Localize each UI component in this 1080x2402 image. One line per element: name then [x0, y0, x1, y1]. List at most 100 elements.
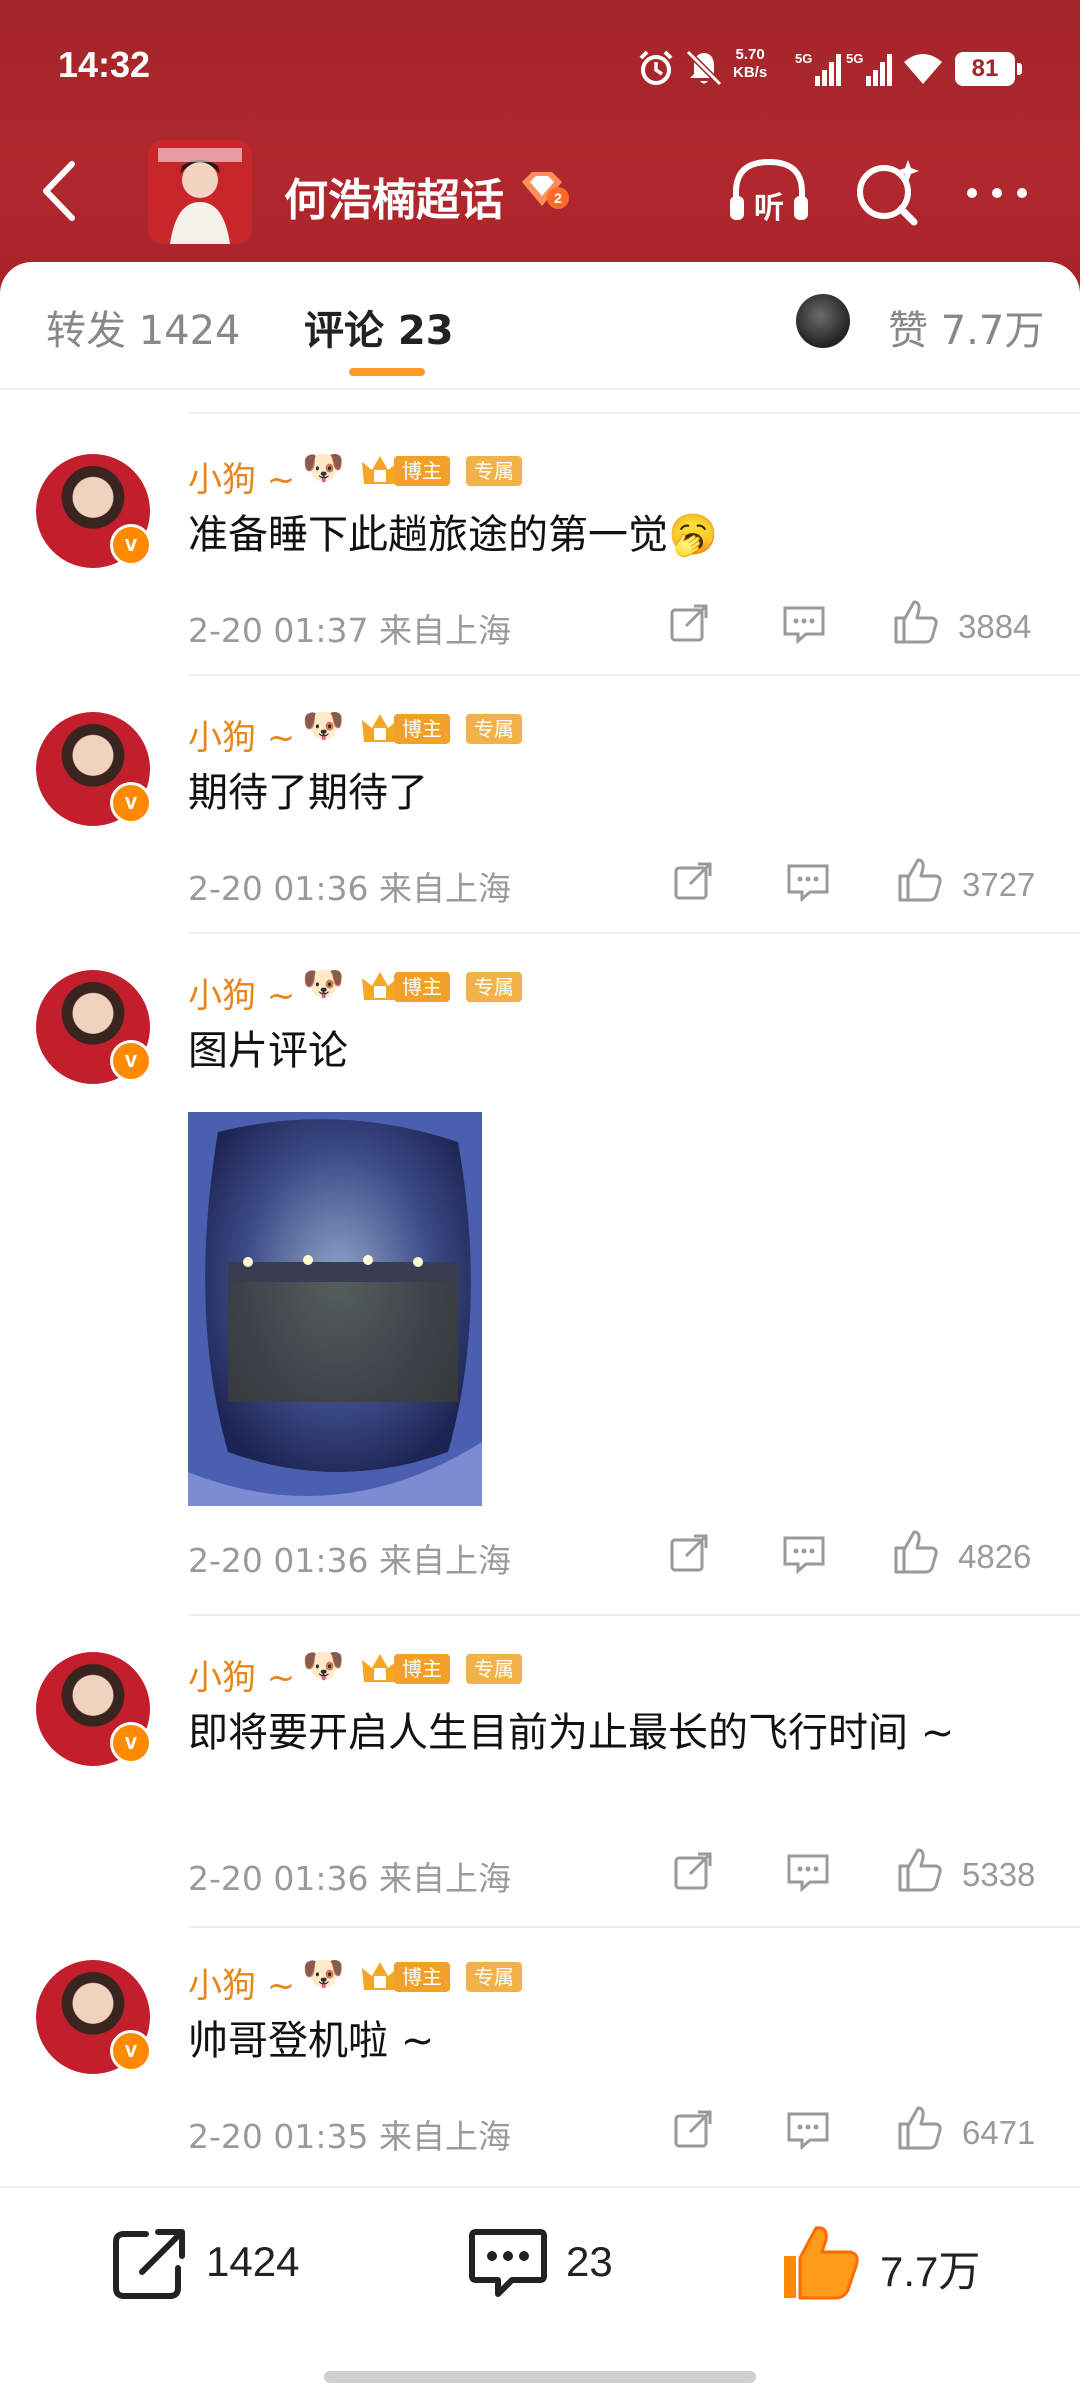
thumbs-up-icon — [898, 2106, 942, 2150]
comment-location: 来自上海 — [379, 1541, 511, 1580]
share-button[interactable] — [672, 860, 714, 906]
comment-icon — [787, 1854, 829, 1893]
reply-button[interactable] — [782, 604, 826, 648]
share-button[interactable] — [672, 1850, 714, 1896]
signal-5g-icon: 5G — [846, 50, 892, 92]
comment-location: 来自上海 — [379, 2117, 511, 2156]
thumbs-up-icon — [898, 858, 942, 902]
comment-time: 2-20 01:37 — [188, 611, 369, 650]
avatar[interactable]: v — [36, 1960, 152, 2074]
like-button[interactable] — [892, 1528, 940, 1580]
comments-panel: 转发 1424 评论 23 赞 7.7万 — [0, 262, 1080, 2400]
avatar[interactable]: v — [36, 970, 152, 1084]
comment-count: 23 — [566, 2238, 613, 2285]
like-count: 4826 — [958, 1538, 1032, 1575]
reply-button[interactable] — [786, 2110, 830, 2154]
svg-text:5G: 5G — [846, 51, 863, 66]
divider — [188, 1926, 1080, 1928]
comment-icon — [787, 864, 829, 903]
comment-text: 准备睡下此趟旅途的第一觉🥱 — [188, 512, 718, 558]
search-button[interactable] — [848, 152, 928, 232]
signal-5g-icon: 5G — [795, 50, 841, 92]
comment-username[interactable]: 小狗 ~ — [188, 1650, 295, 1699]
reply-button[interactable] — [786, 1852, 830, 1896]
svg-text:2: 2 — [554, 190, 562, 206]
alarm-icon — [636, 48, 676, 88]
tab-likes[interactable]: 赞 7.7万 — [888, 298, 1044, 356]
svg-text:听: 听 — [754, 191, 784, 226]
thumbs-up-icon — [894, 600, 938, 644]
share-icon — [674, 2110, 712, 2148]
repost-button[interactable]: 1424 — [110, 2222, 310, 2302]
listen-button[interactable]: 听 — [726, 152, 812, 232]
network-speed: 5.70 KB/s — [733, 46, 768, 81]
comment-user-emoji: 🐶 — [302, 1954, 345, 1994]
comment-meta: 2-20 01:36 来自上海 — [188, 1852, 511, 1900]
comment-text: 帅哥登机啦 ~ — [188, 2018, 435, 2064]
comment-username[interactable]: 小狗 ~ — [188, 710, 295, 759]
mute-icon — [684, 48, 724, 88]
headphones-icon: 听 — [730, 158, 808, 226]
topic-avatar[interactable] — [148, 140, 252, 244]
comment-image[interactable] — [188, 1112, 482, 1506]
comment-button[interactable]: 23 — [468, 2222, 628, 2302]
like-count: 3884 — [958, 608, 1032, 645]
like-button[interactable]: 7.7万 — [778, 2222, 998, 2302]
thumbs-up-filled-icon — [784, 2226, 859, 2300]
verified-icon: v — [110, 1722, 152, 1764]
tab-repost[interactable]: 转发 1424 — [46, 298, 241, 356]
comment-user-emoji: 🐶 — [302, 448, 345, 488]
comment-meta: 2-20 01:36 来自上海 — [188, 1534, 511, 1582]
like-button[interactable] — [892, 598, 940, 650]
top-bar: 14:32 5.70 KB/s 5G 5G 81 何浩楠超话 2 听 — [0, 0, 1080, 300]
blogger-tag: 博主 — [394, 714, 450, 744]
topic-title[interactable]: 何浩楠超话 — [284, 164, 504, 228]
divider — [188, 932, 1080, 934]
like-button[interactable] — [896, 2104, 944, 2156]
avatar[interactable]: v — [36, 454, 152, 568]
like-button[interactable] — [896, 1846, 944, 1898]
comment-username[interactable]: 小狗 ~ — [188, 968, 295, 1017]
tab-comment[interactable]: 评论 23 — [304, 298, 454, 356]
more-options-button[interactable] — [962, 178, 1032, 208]
comment-location: 来自上海 — [379, 1859, 511, 1898]
thumbs-up-icon — [898, 1848, 942, 1892]
reply-button[interactable] — [782, 1534, 826, 1578]
comment-text: 即将要开启人生目前为止最长的飞行时间 ~ — [188, 1710, 955, 1756]
comment-time: 2-20 01:36 — [188, 1541, 369, 1580]
exclusive-tag: 专属 — [466, 714, 522, 744]
comment-time: 2-20 01:36 — [188, 869, 369, 908]
comment-icon — [787, 2112, 829, 2151]
search-icon — [857, 160, 919, 226]
home-indicator[interactable] — [324, 2371, 756, 2383]
exclusive-tag: 专属 — [466, 1654, 522, 1684]
verified-icon: v — [110, 524, 152, 566]
blogger-tag: 博主 — [394, 1654, 450, 1684]
back-button[interactable] — [36, 156, 86, 226]
comment-user-emoji: 🐶 — [302, 1646, 345, 1686]
blogger-tag: 博主 — [394, 972, 450, 1002]
topic-level-badge: 2 — [518, 170, 570, 214]
liker-avatar[interactable] — [796, 294, 850, 348]
reply-button[interactable] — [786, 862, 830, 906]
divider — [188, 412, 1080, 414]
verified-icon: v — [110, 782, 152, 824]
chevron-left-icon — [43, 161, 75, 221]
share-button[interactable] — [672, 2108, 714, 2154]
share-button[interactable] — [668, 602, 710, 648]
divider — [188, 1614, 1080, 1616]
like-button[interactable] — [896, 856, 944, 908]
like-count: 5338 — [962, 1856, 1036, 1893]
comment-user-emoji: 🐶 — [302, 706, 345, 746]
wifi-icon — [900, 50, 946, 90]
repost-count: 1424 — [206, 2238, 300, 2285]
comment-username[interactable]: 小狗 ~ — [188, 1958, 295, 2007]
avatar[interactable]: v — [36, 1652, 152, 1766]
bottom-action-bar: 1424 23 7.7万 — [0, 2186, 1080, 2402]
verified-icon: v — [110, 2030, 152, 2072]
comment-location: 来自上海 — [379, 869, 511, 908]
share-button[interactable] — [668, 1532, 710, 1578]
avatar[interactable]: v — [36, 712, 152, 826]
comment-username[interactable]: 小狗 ~ — [188, 452, 295, 501]
exclusive-tag: 专属 — [466, 456, 522, 486]
